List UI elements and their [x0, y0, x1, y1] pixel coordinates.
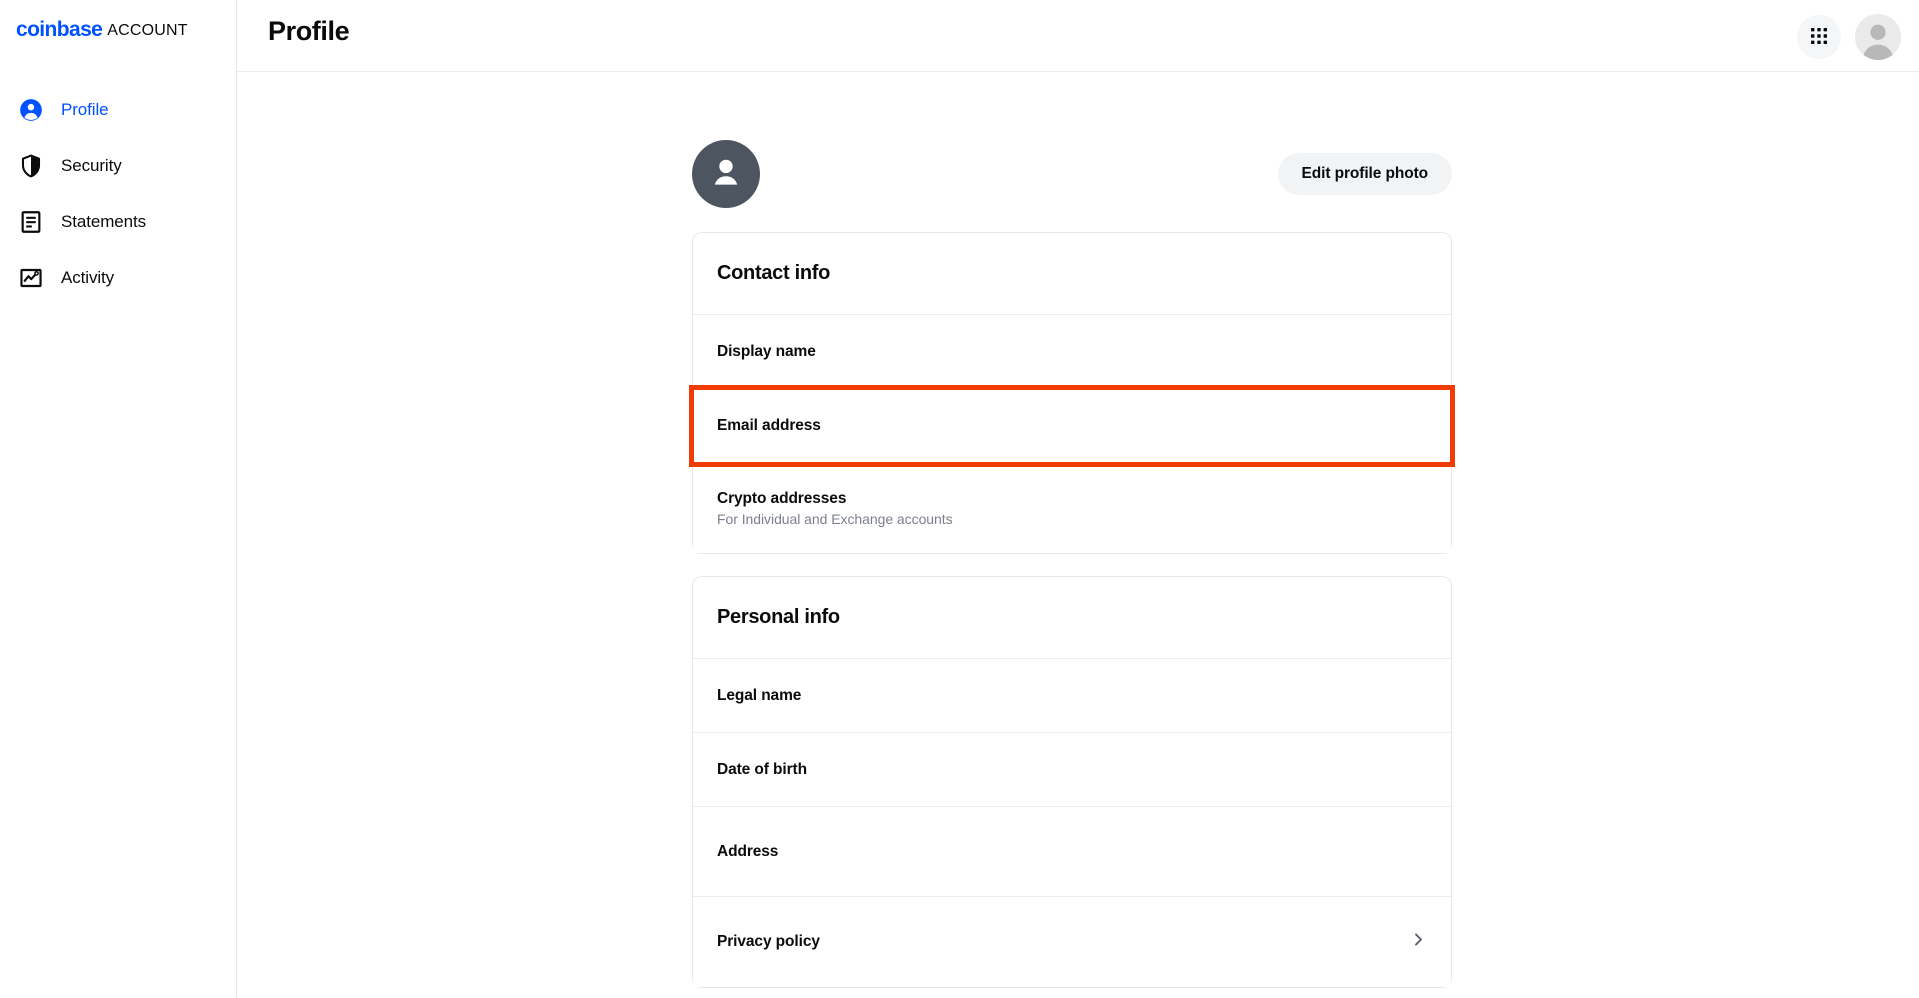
sidebar-item-profile[interactable]: Profile: [0, 82, 237, 138]
page-header: Profile: [237, 0, 1919, 72]
row-sublabel: For Individual and Exchange accounts: [717, 511, 953, 527]
row-email-address[interactable]: Email address: [693, 389, 1451, 463]
user-avatar-button[interactable]: [1855, 14, 1901, 60]
sidebar-item-label: Profile: [61, 100, 109, 120]
person-silhouette-icon: [705, 151, 747, 198]
card-title: Personal info: [717, 606, 840, 629]
card-header: Contact info: [693, 233, 1451, 315]
card-header: Personal info: [693, 577, 1451, 659]
apps-grid-button[interactable]: [1797, 15, 1841, 59]
user-circle-icon: [18, 97, 44, 123]
brand-logo[interactable]: coinbase ACCOUNT: [16, 18, 188, 42]
sidebar-item-activity[interactable]: Activity: [0, 250, 237, 306]
main-content: Edit profile photo Contact info Display …: [237, 72, 1919, 998]
row-label: Privacy policy: [717, 933, 820, 951]
row-label: Address: [717, 843, 778, 861]
profile-photo-avatar[interactable]: [692, 140, 760, 208]
document-icon: [18, 209, 44, 235]
sidebar-item-security[interactable]: Security: [0, 138, 237, 194]
brand-suffix: ACCOUNT: [107, 22, 188, 39]
row-legal-name[interactable]: Legal name: [693, 659, 1451, 733]
row-label: Date of birth: [717, 761, 807, 779]
apps-grid-icon: [1810, 27, 1828, 48]
card-title: Contact info: [717, 262, 830, 285]
row-address[interactable]: Address: [693, 807, 1451, 897]
row-label: Email address: [717, 417, 821, 435]
row-label: Display name: [717, 343, 816, 361]
brand-name: coinbase: [16, 18, 102, 41]
personal-info-card: Personal info Legal name Date of birth A…: [692, 576, 1452, 988]
profile-settings-page: coinbase ACCOUNT Profile: [0, 0, 1919, 998]
sidebar-nav: Profile Security: [0, 82, 237, 306]
row-label: Crypto addresses: [717, 490, 953, 508]
row-main: Date of birth: [717, 761, 807, 779]
row-main: Email address: [717, 417, 821, 435]
contact-info-card: Contact info Display name Email address …: [692, 232, 1452, 554]
edit-profile-photo-button[interactable]: Edit profile photo: [1278, 153, 1452, 195]
sidebar-item-statements[interactable]: Statements: [0, 194, 237, 250]
sidebar: coinbase ACCOUNT Profile: [0, 0, 237, 998]
row-crypto-addresses[interactable]: Crypto addresses For Individual and Exch…: [693, 463, 1451, 553]
row-label: Legal name: [717, 687, 801, 705]
activity-chart-icon: [18, 265, 44, 291]
sidebar-item-label: Statements: [61, 212, 146, 232]
header-actions: [1797, 14, 1901, 60]
row-main: Display name: [717, 343, 816, 361]
row-main: Privacy policy: [717, 933, 820, 951]
row-privacy-policy[interactable]: Privacy policy: [693, 897, 1451, 987]
user-avatar-icon: [1855, 48, 1901, 60]
profile-photo-row: Edit profile photo: [692, 116, 1452, 232]
content-column: Edit profile photo Contact info Display …: [692, 72, 1452, 998]
row-date-of-birth[interactable]: Date of birth: [693, 733, 1451, 807]
page-title: Profile: [268, 16, 349, 47]
row-main: Legal name: [717, 687, 801, 705]
row-main: Address: [717, 843, 778, 861]
sidebar-item-label: Security: [61, 156, 122, 176]
sidebar-item-label: Activity: [61, 268, 114, 288]
row-display-name[interactable]: Display name: [693, 315, 1451, 389]
row-main: Crypto addresses For Individual and Exch…: [717, 490, 953, 527]
chevron-right-icon: [1410, 931, 1427, 953]
shield-icon: [18, 153, 44, 179]
